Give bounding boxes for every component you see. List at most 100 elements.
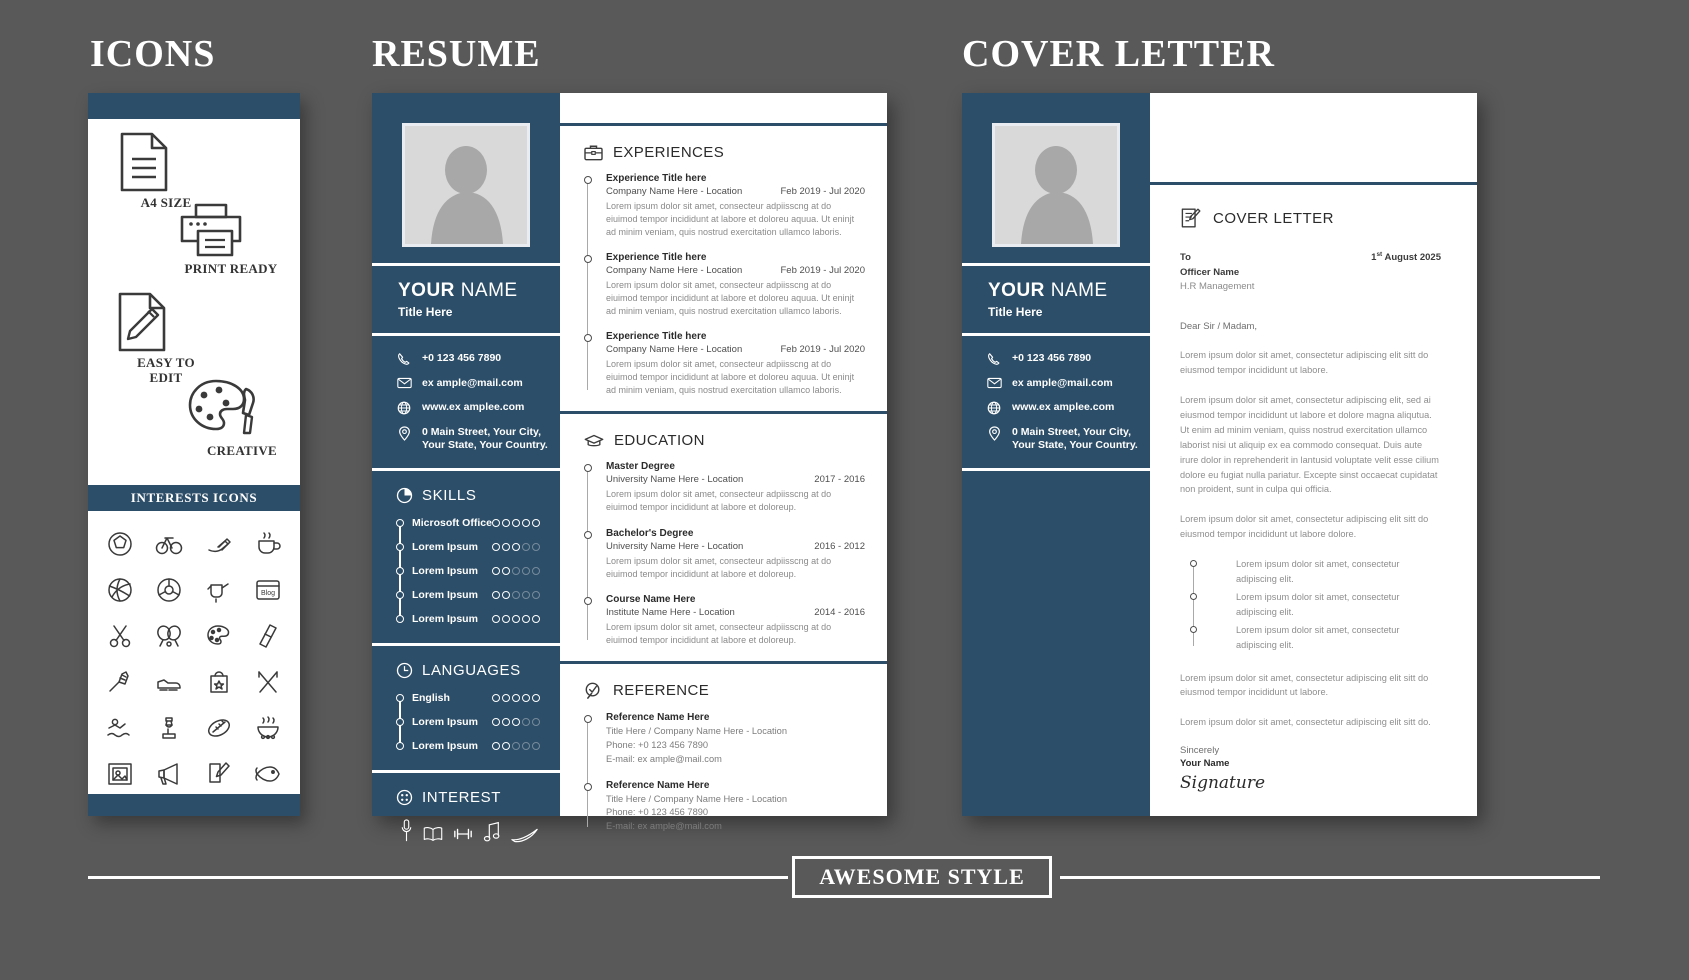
location-pin-icon: [986, 426, 1002, 441]
contact-website: www.ex amplee.com: [396, 401, 560, 415]
item-line: Title Here / Company Name Here - Locatio…: [606, 725, 788, 736]
rating-dot: [502, 519, 510, 528]
contact-email: ex ample@mail.com: [986, 377, 1150, 390]
icons-panel-bottom-bar: [88, 794, 300, 816]
rating-dots: [492, 718, 540, 727]
contact-value: ex ample@mail.com: [422, 377, 523, 389]
contact-address: 0 Main Street, Your City, Your State, Yo…: [986, 426, 1150, 452]
cover-letter-bullets: Lorem ipsum dolor sit amet, consectetur …: [1190, 557, 1441, 652]
reference-heading: REFERENCE: [584, 682, 865, 700]
rating-label: Lorem Ipsum: [412, 613, 478, 626]
timeline-item: Master Degree University Name Here - Loca…: [584, 461, 865, 514]
timeline-bullet: [1190, 625, 1197, 633]
section-title: EDUCATION: [614, 432, 705, 450]
rating-row: English: [396, 692, 540, 704]
timeline-bullet: [396, 567, 404, 576]
rating-dot: [512, 591, 520, 600]
feature-label: PRINT READY: [184, 261, 278, 276]
item-title: Bachelor's Degree: [606, 527, 694, 539]
rating-dot: [512, 718, 520, 727]
avatar: [402, 123, 530, 247]
rating-label: Lorem Ipsum: [412, 589, 478, 602]
american-football-icon: [195, 707, 243, 749]
rating-row: Lorem Ipsum: [396, 589, 540, 602]
bullet-item: Lorem ipsum dolor sit amet, consectetur …: [1190, 590, 1441, 620]
contact-address-line2: Your State, Your Country.: [422, 439, 548, 452]
cover-letter-top-rule: [1150, 93, 1477, 185]
item-subtitle: Institute Name Here - Location: [606, 606, 735, 618]
cover-letter-document: YOUR NAME Title Here +0 123 456 7890 ex …: [962, 93, 1477, 816]
feature-print-ready: PRINT READY: [176, 201, 286, 277]
timeline-line: [587, 468, 589, 640]
rating-dot: [532, 591, 540, 600]
rating-dot: [492, 742, 500, 751]
timeline-item: Experience Title here Company Name Here -…: [584, 252, 865, 318]
resume-name-block: YOUR NAME Title Here: [372, 263, 560, 333]
steering-wheel-icon: [146, 569, 194, 611]
rating-dot: [492, 718, 500, 727]
department: H.R Management: [1180, 281, 1255, 293]
resume-document: YOUR NAME Title Here +0 123 456 7890 ex …: [372, 93, 887, 843]
item-dates: 2016 - 2012: [814, 540, 865, 552]
item-description: Lorem ipsum dolor sit amet, consecteur a…: [606, 555, 832, 579]
timeline-line: [587, 180, 589, 391]
page-title-icons: ICONS: [90, 33, 216, 75]
section-title: LANGUAGES: [422, 662, 521, 680]
item-subtitle-row: Company Name Here - Location Feb 2019 - J…: [606, 186, 865, 197]
rating-dots: [492, 591, 540, 600]
timeline-bullet: [396, 694, 404, 703]
blog-icon: Blog: [245, 569, 293, 611]
book-pencil-icon: [195, 753, 243, 795]
timeline-bullet: [396, 543, 404, 552]
music-note-icon: [483, 821, 501, 843]
to-label: To: [1180, 252, 1191, 263]
item-description: Lorem ipsum dolor sit amet, consecteur a…: [606, 201, 855, 238]
item-subtitle-row: Company Name Here - Location Feb 2019 - J…: [606, 265, 865, 276]
rating-dot: [522, 615, 530, 624]
rating-dots: [492, 615, 540, 624]
resume-contact-list: +0 123 456 7890 ex ample@mail.com www.ex…: [372, 333, 560, 468]
name-last: NAME: [460, 280, 518, 301]
rating-dot: [532, 543, 540, 552]
cover-letter-body: COVER LETTER To Officer Name H.R Managem…: [1150, 185, 1477, 793]
paragraph: Lorem ipsum dolor sit amet, consectetur …: [1180, 350, 1429, 376]
megaphone-icon: [146, 753, 194, 795]
resume-main-column: EXPERIENCES Experience Title here Company…: [560, 93, 887, 831]
item-title: Experience Title here: [606, 252, 707, 264]
rating-row: Microsoft Office: [396, 517, 540, 529]
cover-letter-paragraphs: Lorem ipsum dolor sit amet, consectetur …: [1180, 348, 1441, 542]
cover-letter-main: COVER LETTER To Officer Name H.R Managem…: [1150, 93, 1477, 816]
luggage-icon: [245, 615, 293, 657]
section-title: REFERENCE: [613, 682, 710, 700]
item-title: Reference Name Here: [606, 711, 710, 723]
rating-row: Lorem Ipsum: [396, 565, 540, 577]
experiences-list: Experience Title here Company Name Here -…: [584, 173, 865, 397]
pie-chart-icon: [396, 487, 413, 504]
writing-hand-icon: [195, 523, 243, 565]
dice-icon: [396, 789, 413, 806]
rating-dot: [512, 694, 520, 703]
chess-piece-icon: [146, 707, 194, 749]
rating-label: Lorem Ipsum: [412, 740, 478, 753]
rating-dot: [532, 742, 540, 751]
job-title: Title Here: [988, 305, 1043, 319]
cover-letter-paragraphs-after: Lorem ipsum dolor sit amet, consectetur …: [1180, 671, 1441, 731]
phone-icon: [986, 352, 1002, 366]
shopping-bag-icon: [195, 661, 243, 703]
timeline-line: [587, 718, 589, 828]
swimming-icon: [96, 707, 144, 749]
letter-pencil-icon: [1180, 207, 1202, 229]
item-subtitle: University Name Here - Location: [606, 540, 744, 552]
bicycle-icon: [146, 523, 194, 565]
cover-contact-list: +0 123 456 7890 ex ample@mail.com www.ex…: [962, 333, 1150, 468]
contact-phone: +0 123 456 7890: [986, 352, 1150, 366]
signer-name: Your Name: [1180, 758, 1230, 770]
paragraph: Lorem ipsum dolor sit amet, consectetur …: [1180, 394, 1439, 495]
item-subtitle: University Name Here - Location: [606, 474, 744, 486]
languages-section: LANGUAGES English Lorem Ipsum Lorem Ipsum: [372, 643, 560, 770]
languages-list: English Lorem Ipsum Lorem Ipsum: [396, 692, 540, 752]
letter-date: 1st August 2025: [1371, 251, 1441, 264]
rating-dot: [502, 694, 510, 703]
section-title: INTEREST: [422, 789, 501, 807]
paragraph: Lorem ipsum dolor sit amet, consectetur …: [1180, 717, 1431, 728]
